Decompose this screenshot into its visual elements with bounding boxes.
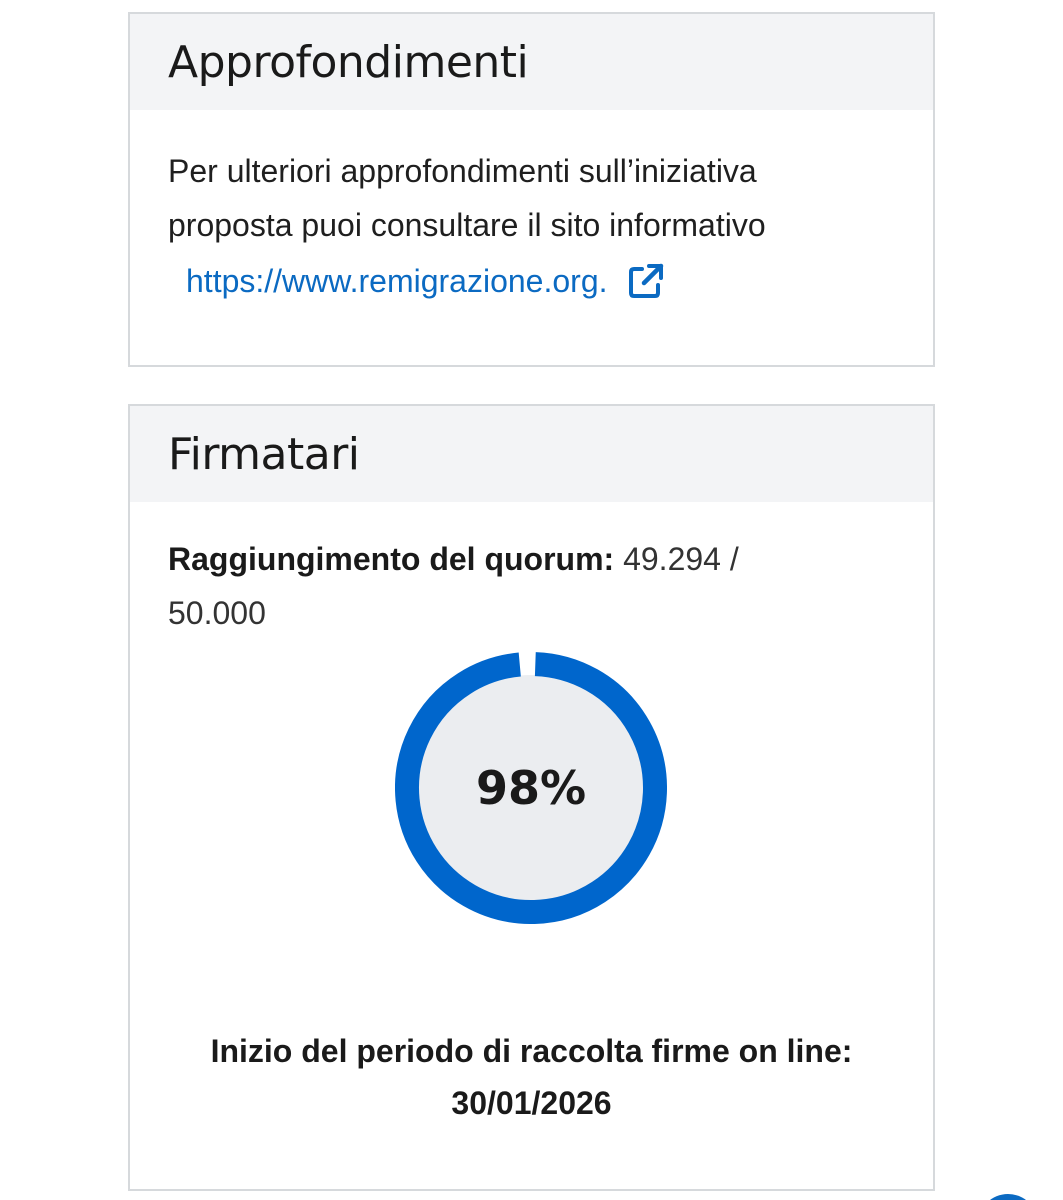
floating-action-button[interactable] bbox=[978, 1194, 1038, 1200]
page: Approfondimenti Per ulteriori approfondi… bbox=[0, 0, 1063, 1200]
firmatari-header: Firmatari bbox=[130, 406, 933, 502]
approfondimenti-text-line1: Per ulteriori approfondimenti sull’inizi… bbox=[168, 153, 757, 189]
approfondimenti-title: Approfondimenti bbox=[168, 36, 529, 88]
firmatari-card: Firmatari Raggiungimento del quorum: 49.… bbox=[128, 404, 935, 1191]
firmatari-body: Raggiungimento del quorum: 49.294 / 50.0… bbox=[130, 502, 933, 1191]
quorum-progress-donut: 98% bbox=[395, 652, 667, 924]
progress-percentage: 98% bbox=[475, 761, 587, 815]
period-label: Inizio del periodo di raccolta firme on … bbox=[210, 1033, 853, 1069]
approfondimenti-card: Approfondimenti Per ulteriori approfondi… bbox=[128, 12, 935, 367]
approfondimenti-text-line2: proposta puoi consultare il sito informa… bbox=[168, 207, 766, 243]
quorum-value: 49.294 / bbox=[623, 541, 739, 577]
quorum-line: Raggiungimento del quorum: 49.294 / bbox=[168, 532, 895, 586]
quorum-label: Raggiungimento del quorum: bbox=[168, 541, 615, 577]
remigrazione-link[interactable]: https://www.remigrazione.org. bbox=[186, 263, 608, 300]
approfondimenti-header: Approfondimenti bbox=[130, 14, 933, 110]
external-link-icon[interactable] bbox=[628, 263, 664, 299]
firmatari-title: Firmatari bbox=[168, 428, 360, 480]
approfondimenti-body: Per ulteriori approfondimenti sull’inizi… bbox=[130, 110, 933, 310]
period-date: 30/01/2026 bbox=[451, 1085, 612, 1121]
external-link[interactable]: https://www.remigrazione.org. bbox=[186, 252, 895, 310]
quorum-total: 50.000 bbox=[168, 595, 266, 631]
collection-period: Inizio del periodo di raccolta firme on … bbox=[130, 1025, 933, 1129]
